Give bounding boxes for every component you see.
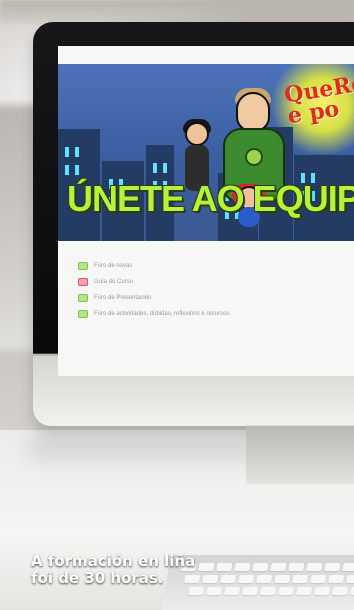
keyboard-key [313, 587, 331, 595]
list-item-label: Foro de novas [94, 263, 133, 269]
keyboard-key [256, 575, 273, 583]
forum-icon [78, 262, 88, 270]
list-item[interactable]: Foro de novas [78, 258, 338, 274]
keyboard-key [274, 575, 291, 583]
keyboard-key [234, 563, 251, 571]
list-item[interactable]: Foro de actividades, dúbidas, reflexións… [78, 306, 338, 322]
forum-icon [78, 294, 88, 302]
keyboard-key [310, 575, 327, 583]
keyboard-key [223, 587, 241, 595]
video-caption: A formación en liña foi de 30 horas. [31, 553, 221, 587]
keyboard-key [270, 563, 287, 571]
keyboard-key [349, 587, 354, 595]
caption-line-2: foi de 30 horas. [31, 569, 164, 587]
hero-emblem-icon [245, 148, 263, 166]
keyboard-key [187, 587, 205, 595]
keyboard-key [288, 563, 305, 571]
list-item[interactable]: Guía do Curso [78, 274, 338, 290]
cartoon-head [236, 92, 270, 132]
keyboard-key [252, 563, 269, 571]
keyboard-key [277, 587, 295, 595]
keyboard-key [238, 575, 255, 583]
guide-icon [78, 278, 88, 286]
blurred-background-shelf [0, 0, 354, 24]
keyboard-key [241, 587, 259, 595]
forum-icon [78, 310, 88, 318]
keyboard-key [205, 587, 223, 595]
course-banner: QueRe e po ÚNETE AO EQUIP [58, 64, 354, 241]
monitor-stand [246, 425, 354, 484]
monitor-photo-scene: QueRe e po ÚNETE AO EQUIP Foro de novas … [0, 0, 354, 610]
list-item[interactable]: Foro de Presentación [78, 290, 338, 306]
keyboard-key [324, 563, 341, 571]
keyboard-key [306, 563, 323, 571]
keyboard-key [342, 563, 354, 571]
keyboard-key [331, 587, 349, 595]
keyboard-row [187, 587, 354, 595]
keyboard-key [295, 587, 313, 595]
list-item-label: Foro de actividades, dúbidas, reflexións… [94, 311, 230, 317]
course-resource-list: Foro de novas Guía do Curso Foro de Pres… [78, 258, 338, 322]
banner-headline: ÚNETE AO EQUIP [67, 178, 354, 219]
cartoon-head [185, 122, 209, 146]
keyboard-key [346, 575, 354, 583]
keyboard-key [292, 575, 309, 583]
keyboard-key [328, 575, 345, 583]
list-item-label: Foro de Presentación [94, 295, 152, 301]
monitor-screen: QueRe e po ÚNETE AO EQUIP Foro de novas … [58, 46, 354, 376]
keyboard-key [259, 587, 277, 595]
keyboard-key [220, 575, 237, 583]
list-item-label: Guía do Curso [94, 279, 134, 285]
caption-line-1: A formación en liña [31, 552, 196, 570]
